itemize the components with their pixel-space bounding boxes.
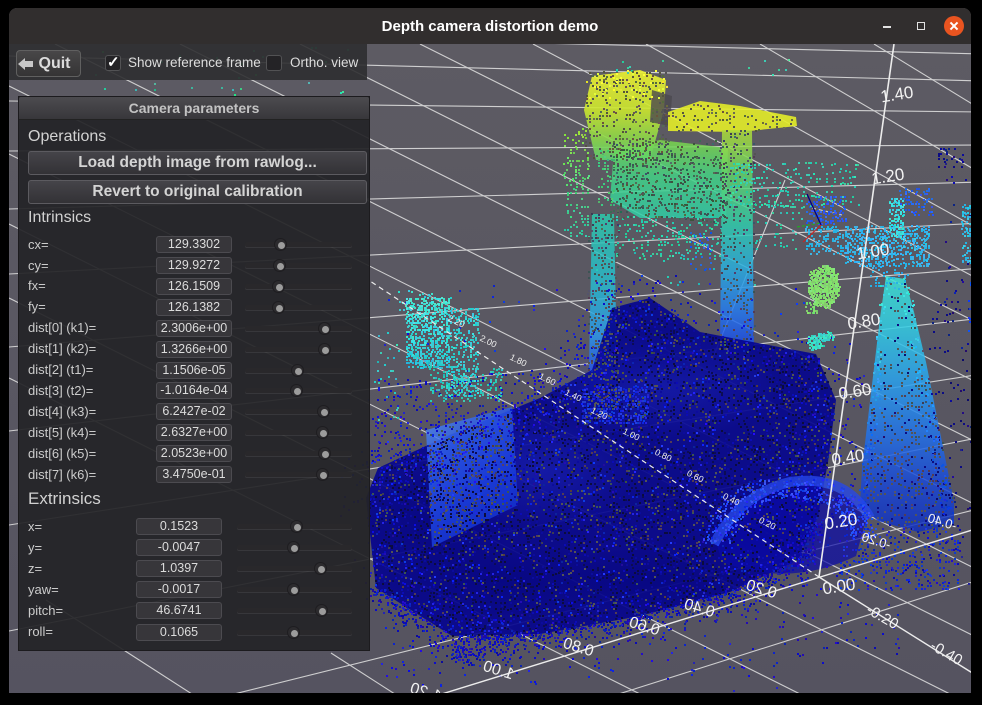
svg-text:0.60: 0.60	[837, 380, 873, 404]
svg-text:1.80: 1.80	[508, 352, 528, 369]
svg-text:1.20: 1.20	[408, 680, 443, 705]
svg-text:1.40: 1.40	[879, 83, 915, 107]
svg-text:0.40: 0.40	[830, 446, 866, 470]
svg-text:0.00: 0.00	[821, 575, 857, 599]
svg-text:1.00: 1.00	[481, 658, 516, 683]
svg-text:1.20: 1.20	[870, 165, 906, 189]
svg-text:2.00: 2.00	[478, 333, 498, 350]
svg-text:-0.20: -0.20	[860, 529, 893, 552]
